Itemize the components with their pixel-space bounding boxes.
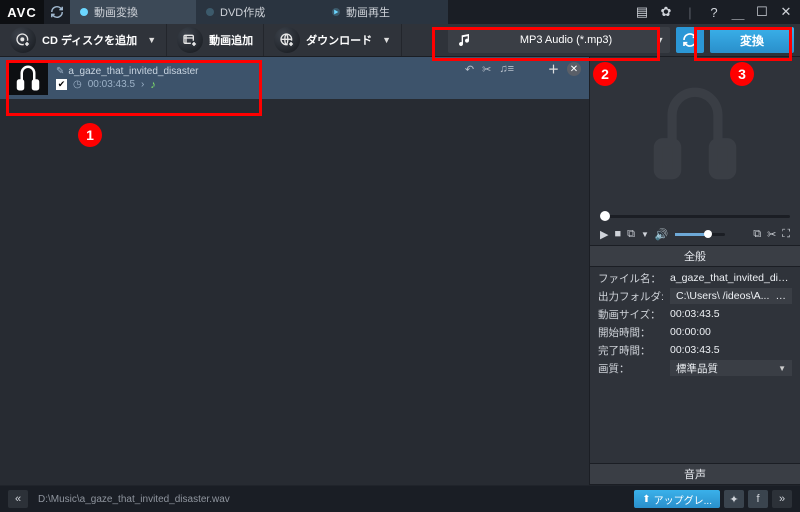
film-icon	[177, 27, 203, 53]
remove-file-icon[interactable]: ✕	[567, 62, 581, 76]
file-list: ✎ a_gaze_that_invited_disaster ✔ ◷ 00:03:…	[0, 57, 589, 485]
label-size: 動画サイズ：	[590, 307, 670, 322]
quality-select[interactable]: 標準品質▼	[670, 360, 792, 376]
download-button[interactable]: ダウンロード ▼	[264, 24, 402, 56]
snapshot-caret-icon[interactable]: ▼	[641, 230, 649, 239]
value-end: 00:03:43.5	[670, 344, 800, 356]
globe-icon	[274, 27, 300, 53]
volume-slider[interactable]	[675, 233, 725, 236]
body: ✎ a_gaze_that_invited_disaster ✔ ◷ 00:03:…	[0, 57, 800, 485]
main-tabs: 動画変換 DVD作成 動画再生	[70, 0, 448, 24]
format-label: MP3 Audio (*.mp3)	[482, 27, 650, 53]
next-button[interactable]: »	[772, 490, 792, 508]
tab-label: 動画変換	[94, 4, 138, 20]
label-outfolder: 出力フォルダ:	[590, 289, 670, 304]
convert-button[interactable]: 変換	[710, 27, 794, 53]
scissors-icon[interactable]: ✂	[482, 63, 491, 76]
cd-icon	[10, 27, 36, 53]
caret-down-icon: ▼	[778, 364, 786, 373]
equalizer-icon[interactable]: ♫≡	[499, 63, 514, 75]
tab-label: 動画再生	[346, 4, 390, 20]
action-toolbar: CD ディスクを追加 ▼ 動画追加 ダウンロード ▼ MP3 Audio (*.…	[0, 24, 800, 57]
refresh-button[interactable]	[676, 27, 704, 53]
value-outfolder[interactable]: C:\Users\ /ideos\A... …	[670, 288, 792, 304]
tab-play[interactable]: 動画再生	[322, 0, 448, 24]
label-filename: ファイル名：	[590, 271, 670, 286]
file-meta: ✎ a_gaze_that_invited_disaster ✔ ◷ 00:03:…	[56, 66, 198, 91]
refresh-icon[interactable]	[44, 0, 70, 24]
info-header-audio: 音声	[590, 463, 800, 485]
minimize-icon[interactable]: ＿	[730, 4, 746, 20]
info-header-general: 全般	[590, 245, 800, 267]
chevron-right-icon: ›	[141, 79, 144, 90]
clock-icon: ◷	[73, 79, 82, 90]
help-icon[interactable]: ?	[706, 4, 722, 20]
music-note-icon: ♪	[150, 79, 156, 91]
value-size: 00:03:43.5	[670, 308, 800, 320]
label-end: 完了時間：	[590, 343, 670, 358]
pencil-icon[interactable]: ✎	[56, 66, 64, 77]
close-icon[interactable]: ✕	[778, 4, 794, 20]
add-cd-button[interactable]: CD ディスクを追加 ▼	[0, 24, 167, 56]
label-quality: 画質：	[590, 361, 670, 376]
file-name: a_gaze_that_invited_disaster	[68, 66, 198, 77]
button-label: 動画追加	[209, 32, 253, 48]
value-filename: a_gaze_that_invited_disaster	[670, 272, 800, 284]
add-icon[interactable]: ＋	[548, 61, 559, 77]
prev-button[interactable]: «	[8, 490, 28, 508]
preview-controls: ▶ ■ ⧉ ▼ 🔊 ⧉ ✂ ⛶	[590, 223, 800, 245]
file-item[interactable]: ✎ a_gaze_that_invited_disaster ✔ ◷ 00:03:…	[0, 57, 589, 99]
music-note-icon	[448, 32, 482, 48]
settings-icon[interactable]: ✿	[658, 4, 674, 20]
browse-icon[interactable]: …	[776, 290, 787, 302]
output-format-selector[interactable]: MP3 Audio (*.mp3) ▼	[448, 27, 670, 53]
add-video-button[interactable]: 動画追加	[167, 24, 264, 56]
undo-icon[interactable]: ↶	[465, 63, 474, 76]
status-bar: « D:\Music\a_gaze_that_invited_disaster.…	[0, 486, 800, 512]
app-logo: AVC	[0, 0, 44, 24]
label-start: 開始時間：	[590, 325, 670, 340]
file-thumbnail	[8, 61, 48, 95]
status-path: D:\Music\a_gaze_that_invited_disaster.wa…	[38, 494, 230, 505]
right-panel: ▶ ■ ⧉ ▼ 🔊 ⧉ ✂ ⛶ 全般 ファイル名：a_gaze_that_inv…	[589, 57, 800, 485]
tab-label: DVD作成	[220, 4, 265, 20]
button-label: ダウンロード	[306, 32, 372, 48]
file-duration: 00:03:43.5	[88, 79, 135, 90]
caret-down-icon: ▼	[147, 35, 156, 45]
button-label: 変換	[740, 32, 764, 49]
window-controls: ▤ ✿ | ? ＿ ☐ ✕	[634, 0, 800, 24]
button-label: CD ディスクを追加	[42, 32, 137, 48]
stop-icon[interactable]: ■	[614, 228, 621, 240]
options-icon[interactable]: ▤	[634, 4, 650, 20]
facebook-icon[interactable]: f	[748, 490, 768, 508]
twitter-icon[interactable]: ✦	[724, 490, 744, 508]
app-window: AVC 動画変換 DVD作成 動画再生 ▤ ✿ | ? ＿ ☐ ✕ CD ディス…	[0, 0, 800, 512]
title-bar: AVC 動画変換 DVD作成 動画再生 ▤ ✿ | ? ＿ ☐ ✕	[0, 0, 800, 24]
value-start: 00:00:00	[670, 326, 800, 338]
snapshot-icon[interactable]: ⧉	[627, 228, 635, 241]
caret-down-icon: ▼	[650, 35, 670, 45]
tab-video-convert[interactable]: 動画変換	[70, 0, 196, 24]
info-panel: 全般 ファイル名：a_gaze_that_invited_disaster 出力…	[590, 245, 800, 485]
play-icon[interactable]: ▶	[600, 228, 608, 241]
upgrade-button[interactable]: ⬆アップグレ...	[634, 490, 720, 508]
tab-dvd[interactable]: DVD作成	[196, 0, 322, 24]
trim-icon[interactable]: ✂	[767, 228, 776, 241]
format-bar: MP3 Audio (*.mp3) ▼ 変換	[448, 24, 800, 56]
caret-down-icon: ▼	[382, 35, 391, 45]
preview-pane	[590, 57, 800, 209]
maximize-icon[interactable]: ☐	[754, 4, 770, 20]
volume-icon[interactable]: 🔊	[655, 228, 669, 241]
file-item-actions: ↶ ✂ ♫≡ ＋ ✕	[465, 61, 581, 77]
seek-slider[interactable]	[590, 209, 800, 223]
popout-icon[interactable]: ⧉	[753, 228, 761, 241]
fullscreen-icon[interactable]: ⛶	[782, 228, 790, 241]
file-checkbox[interactable]: ✔	[56, 79, 67, 90]
